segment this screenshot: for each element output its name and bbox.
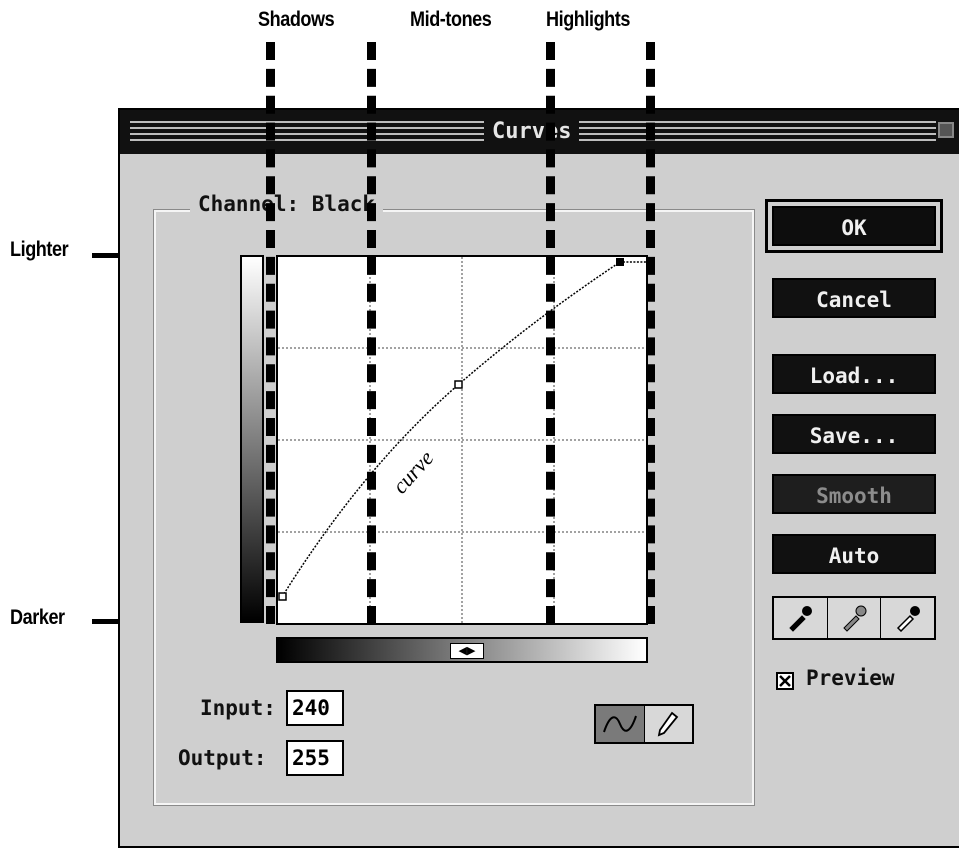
curve-graph[interactable]: curve: [276, 255, 648, 625]
ok-button[interactable]: OK: [765, 199, 943, 253]
load-button[interactable]: Load...: [772, 354, 936, 394]
preview-checkbox[interactable]: [776, 672, 794, 690]
curve-svg: curve: [278, 257, 646, 623]
curve-tool-icon[interactable]: [596, 706, 645, 742]
window-title: Curves: [484, 118, 580, 146]
output-gradient-bar: [240, 255, 264, 623]
midtones-annotation: Mid-tones: [410, 8, 492, 31]
input-gradient-bar[interactable]: ◀▶: [276, 637, 648, 663]
curve-point-highlight: [616, 258, 624, 266]
curve-annotation: curve: [387, 445, 438, 498]
curve-tools: [594, 704, 694, 744]
curves-dialog: Curves Channel: Black curve ◀▶ Input: 24…: [118, 108, 959, 848]
darker-annotation: Darker: [10, 606, 65, 629]
zoom-box-icon[interactable]: [938, 122, 954, 138]
lighter-annotation: Lighter: [10, 238, 69, 261]
auto-button[interactable]: Auto: [772, 534, 936, 574]
shadows-guide-line: [266, 42, 275, 624]
tone-curve: [281, 261, 646, 598]
gradient-toggle-arrows-icon[interactable]: ◀▶: [450, 643, 484, 659]
pencil-icon[interactable]: [645, 706, 693, 742]
preview-label[interactable]: Preview: [806, 666, 895, 690]
curve-point-shadow: [278, 592, 287, 601]
black-eyedropper-icon[interactable]: [774, 598, 828, 638]
output-field[interactable]: 255: [286, 740, 344, 776]
white-eyedropper-icon[interactable]: [881, 598, 934, 638]
midtones-left-guide-line: [367, 42, 376, 624]
output-label: Output:: [178, 746, 267, 770]
input-label: Input:: [200, 696, 276, 720]
highlights-annotation: Highlights: [546, 8, 630, 31]
cancel-button[interactable]: Cancel: [772, 278, 936, 318]
curve-point-midtone: [454, 380, 463, 389]
input-field[interactable]: 240: [286, 690, 344, 726]
save-button[interactable]: Save...: [772, 414, 936, 454]
smooth-button: Smooth: [772, 474, 936, 514]
channel-label[interactable]: Channel: Black: [190, 190, 384, 218]
highlights-guide-line: [646, 42, 655, 624]
midtones-right-guide-line: [546, 42, 555, 624]
eyedropper-tools: [772, 596, 936, 640]
title-bar[interactable]: Curves: [120, 110, 959, 154]
gray-eyedropper-icon[interactable]: [828, 598, 882, 638]
shadows-annotation: Shadows: [258, 8, 335, 31]
